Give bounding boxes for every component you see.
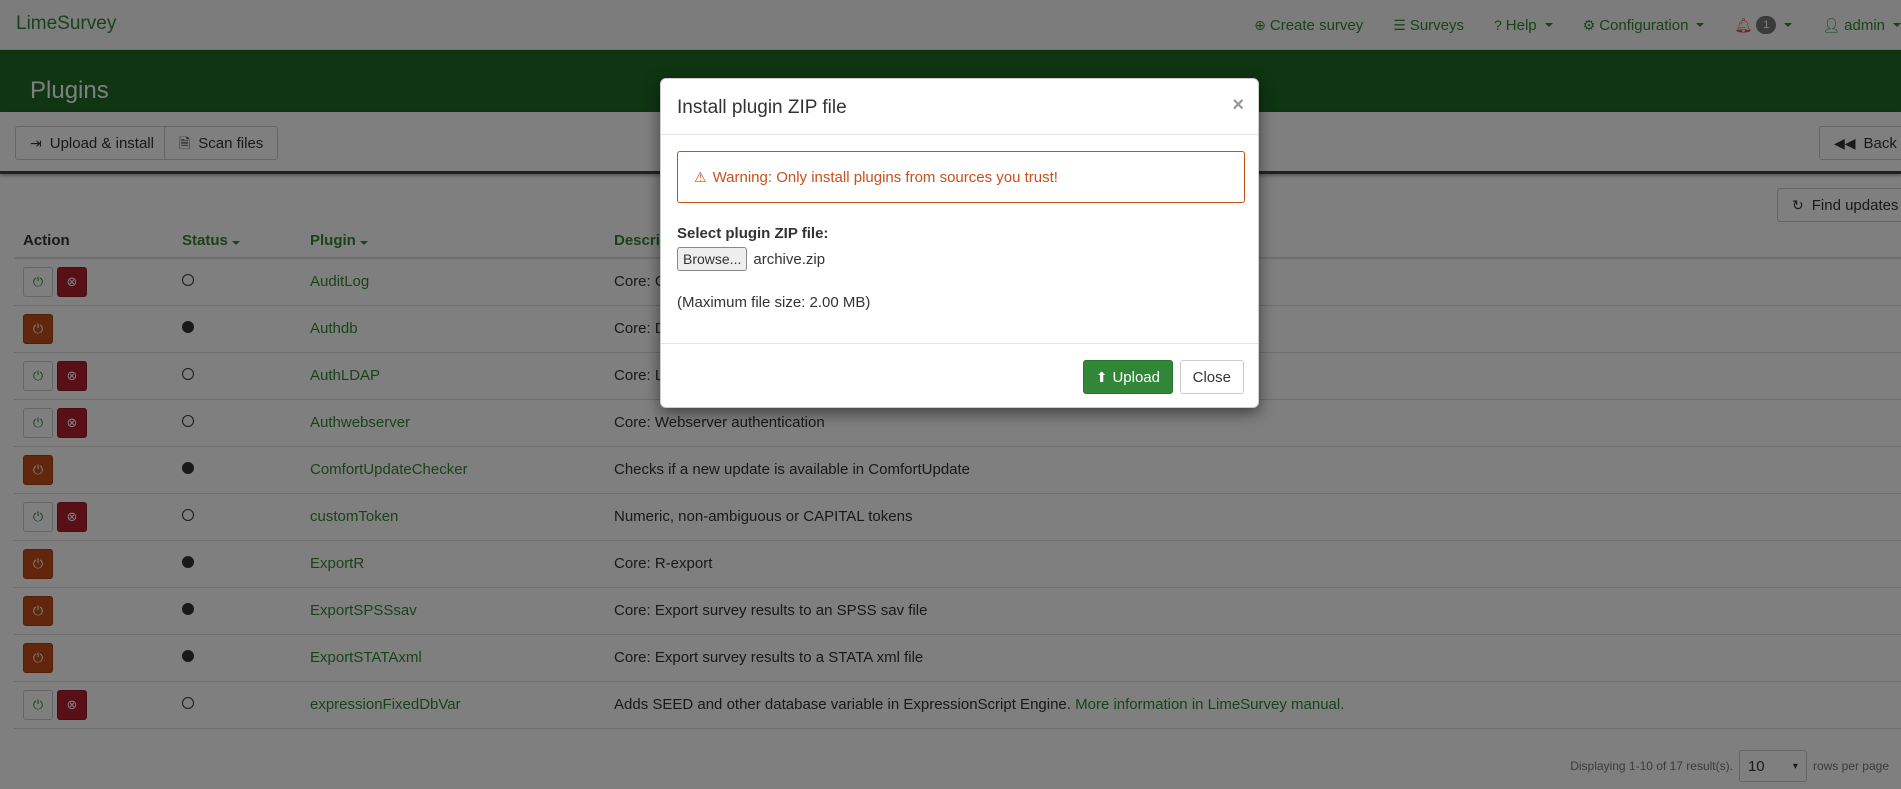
warning-text: Warning: Only install plugins from sourc… xyxy=(712,168,1058,186)
warning-icon: ⚠ xyxy=(694,169,707,185)
close-button[interactable]: Close xyxy=(1179,360,1244,394)
install-plugin-modal: Install plugin ZIP file × ⚠ Warning: Onl… xyxy=(660,78,1259,408)
selected-file-name: archive.zip xyxy=(753,250,826,268)
file-select-label: Select plugin ZIP file: xyxy=(677,225,829,242)
modal-title: Install plugin ZIP file xyxy=(677,97,847,118)
file-input[interactable]: Browse... archive.zip xyxy=(677,247,825,271)
upload-icon: ⬆ xyxy=(1095,369,1108,385)
upload-button[interactable]: ⬆ Upload xyxy=(1082,360,1173,394)
modal-header: Install plugin ZIP file × xyxy=(661,79,1258,135)
max-file-size-note: (Maximum file size: 2.00 MB) xyxy=(677,294,871,311)
upload-label: Upload xyxy=(1112,368,1160,386)
warning-alert: ⚠ Warning: Only install plugins from sou… xyxy=(677,151,1245,203)
modal-close-icon[interactable]: × xyxy=(1232,95,1244,115)
browse-button[interactable]: Browse... xyxy=(677,247,748,271)
modal-footer: ⬆ Upload Close xyxy=(661,343,1258,408)
